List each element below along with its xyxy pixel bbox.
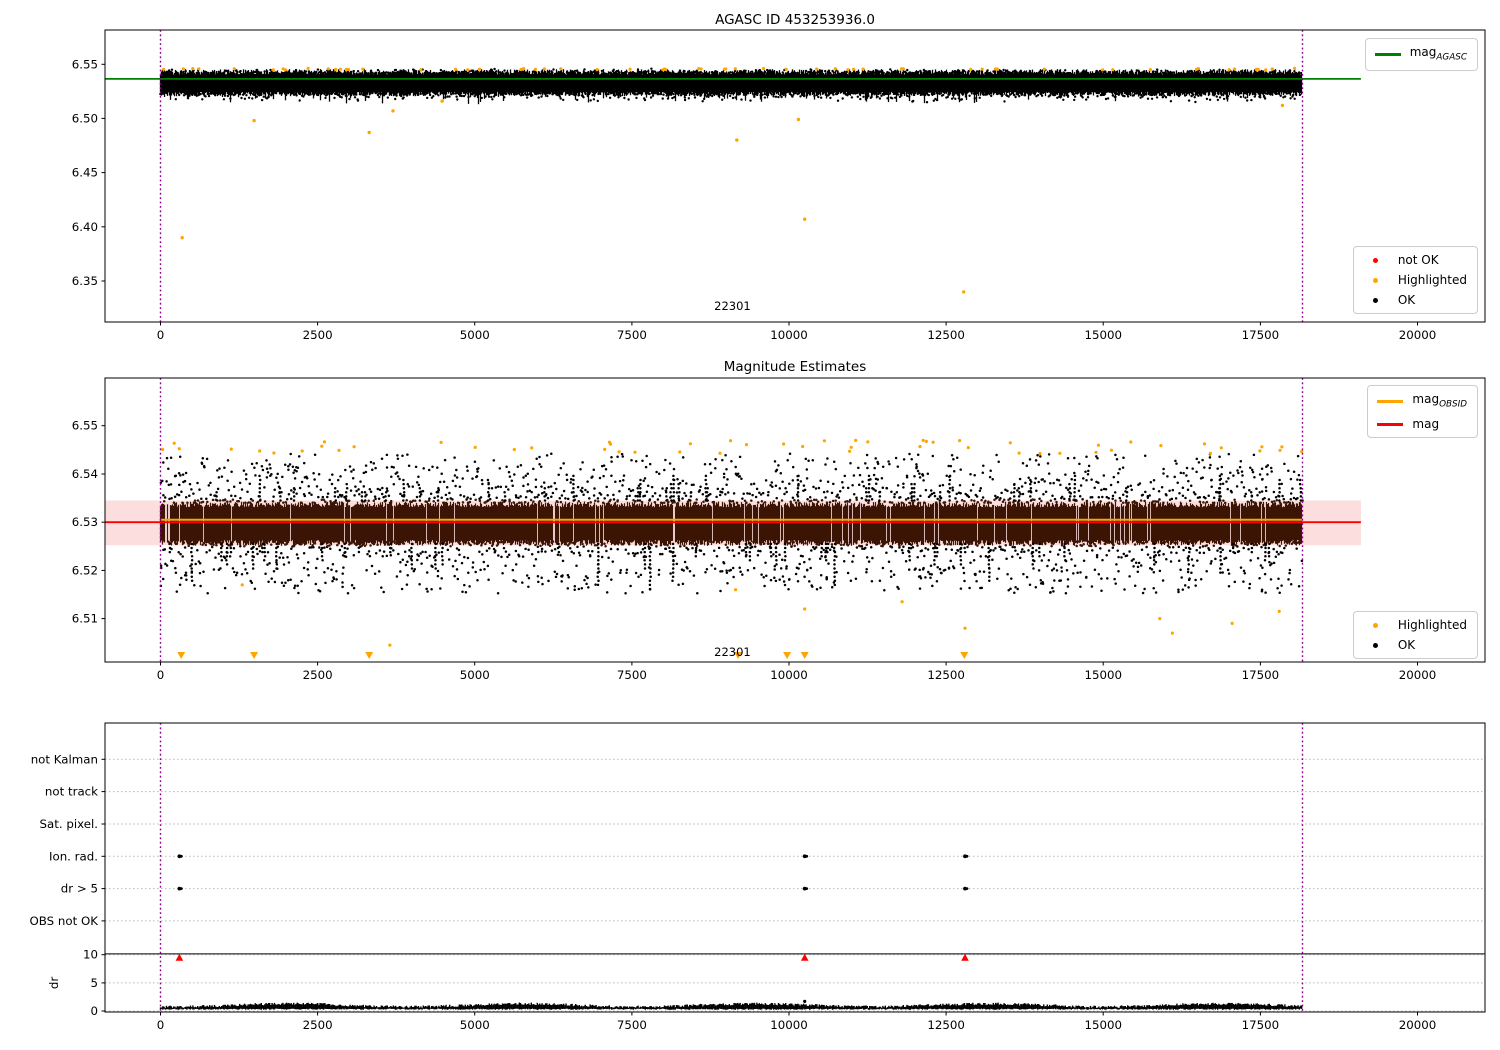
legend-label: mag bbox=[1412, 417, 1440, 432]
tick-label: 7500 bbox=[617, 328, 647, 342]
tick-label: 6.35 bbox=[72, 274, 98, 288]
legend-item-line: magOBSID bbox=[1377, 391, 1467, 412]
tick-label: 6.40 bbox=[72, 220, 98, 234]
tick-label: 20000 bbox=[1399, 1018, 1437, 1032]
tick-label: 0 bbox=[90, 1004, 98, 1018]
tick-label: 12500 bbox=[927, 1018, 965, 1032]
tick-label: 20000 bbox=[1399, 328, 1437, 342]
legend-mid-markers: Highlighted OK bbox=[1352, 611, 1478, 659]
tick-label: 0 bbox=[157, 328, 165, 342]
tick-label: 6.52 bbox=[72, 563, 98, 577]
legend-label: Highlighted bbox=[1397, 273, 1467, 287]
legend-label: OK bbox=[1397, 638, 1416, 652]
panel-flags: 0 2500 5000 7500 10000 12500 15000 17500 20000 no… bbox=[29, 722, 1486, 1032]
legend-label: OK bbox=[1397, 293, 1416, 307]
tick-label: 10 bbox=[83, 948, 98, 962]
tick-label: 6.55 bbox=[72, 57, 98, 71]
tick-label: 5 bbox=[90, 976, 98, 990]
tick-label: 15000 bbox=[1084, 1018, 1122, 1032]
panel-mag-estimates: 0 2500 5000 7500 10000 12500 15000 17500 20000 6.… bbox=[72, 377, 1486, 682]
tick-label: dr bbox=[47, 977, 61, 989]
legend-top-markers: not OK Highlighted OK bbox=[1352, 246, 1478, 314]
legend-label: magOBSID bbox=[1412, 392, 1467, 410]
tick-label: 17500 bbox=[1242, 328, 1280, 342]
tick-label: 7500 bbox=[617, 1018, 647, 1032]
panel-mag-agasc: 0 2500 5000 7500 10000 12500 15000 17500 20000 6.… bbox=[72, 29, 1486, 342]
legend-mag-lines: magOBSID mag bbox=[1367, 385, 1478, 439]
tick-label: 7500 bbox=[617, 668, 647, 682]
middle-plot-obsid-annotation: 22301 bbox=[714, 645, 751, 659]
tick-label: 0 bbox=[157, 668, 165, 682]
tick-label: 10000 bbox=[770, 668, 808, 682]
tick-label: 12500 bbox=[927, 328, 965, 342]
legend-item-line: magAGASC bbox=[1374, 44, 1467, 65]
tick-label: 6.55 bbox=[72, 419, 98, 433]
legend-line-marker bbox=[1377, 422, 1404, 426]
tick-label: dr > 5 bbox=[61, 882, 98, 896]
tick-label: 6.53 bbox=[72, 515, 98, 529]
top-plot-obsid-annotation: 22301 bbox=[714, 299, 751, 313]
top-plot-title: AGASC ID 453253936.0 bbox=[715, 12, 875, 28]
tick-label: 17500 bbox=[1242, 1018, 1280, 1032]
tick-label: 5000 bbox=[460, 668, 490, 682]
legend-label: Highlighted bbox=[1397, 618, 1467, 632]
legend-item-point: OK bbox=[1363, 292, 1467, 308]
tick-label: Sat. pixel. bbox=[39, 817, 98, 831]
tick-label: 20000 bbox=[1399, 668, 1437, 682]
tick-label: 2500 bbox=[303, 328, 333, 342]
legend-dot-marker bbox=[1363, 642, 1389, 648]
legend-dot-marker bbox=[1363, 297, 1389, 303]
legend-item-point: not OK bbox=[1363, 252, 1467, 268]
tick-label: 0 bbox=[157, 1018, 165, 1032]
legend-item-point: Highlighted bbox=[1363, 617, 1467, 633]
tick-label: 12500 bbox=[927, 668, 965, 682]
legend-dot-marker bbox=[1363, 257, 1389, 263]
tick-label: 2500 bbox=[303, 668, 333, 682]
legend-item-line: mag bbox=[1377, 416, 1467, 432]
tick-label: 17500 bbox=[1242, 668, 1280, 682]
tick-label: 6.50 bbox=[72, 111, 98, 125]
tick-label: 6.54 bbox=[72, 467, 98, 481]
legend-mag-agasc: magAGASC bbox=[1364, 38, 1478, 72]
legend-label: magAGASC bbox=[1409, 45, 1467, 63]
legend-line-marker bbox=[1377, 400, 1404, 404]
tick-label: 2500 bbox=[303, 1018, 333, 1032]
tick-label: 5000 bbox=[460, 1018, 490, 1032]
tick-label: 15000 bbox=[1084, 328, 1122, 342]
tick-label: 6.51 bbox=[72, 612, 98, 626]
tick-label: 10000 bbox=[770, 1018, 808, 1032]
tick-label: OBS not OK bbox=[29, 914, 98, 928]
legend-dot-marker bbox=[1363, 277, 1389, 283]
tick-label: 6.45 bbox=[72, 166, 98, 180]
legend-label: not OK bbox=[1397, 253, 1439, 267]
figure: 0 2500 5000 7500 10000 12500 15000 17500 20000 6.… bbox=[0, 0, 1500, 1050]
tick-label: 5000 bbox=[460, 328, 490, 342]
tick-label: Ion. rad. bbox=[49, 849, 98, 863]
legend-item-point: Highlighted bbox=[1363, 272, 1467, 288]
legend-line-marker bbox=[1374, 53, 1401, 57]
tick-label: 15000 bbox=[1084, 668, 1122, 682]
tick-label: 10000 bbox=[770, 328, 808, 342]
tick-label: not track bbox=[45, 785, 98, 799]
tick-label: not Kalman bbox=[31, 752, 98, 766]
legend-dot-marker bbox=[1363, 622, 1389, 628]
legend-item-point: OK bbox=[1363, 637, 1467, 653]
middle-plot-title: Magnitude Estimates bbox=[723, 359, 867, 375]
plots-canvas: 0 2500 5000 7500 10000 12500 15000 17500 200006.… bbox=[29, 29, 1486, 1032]
